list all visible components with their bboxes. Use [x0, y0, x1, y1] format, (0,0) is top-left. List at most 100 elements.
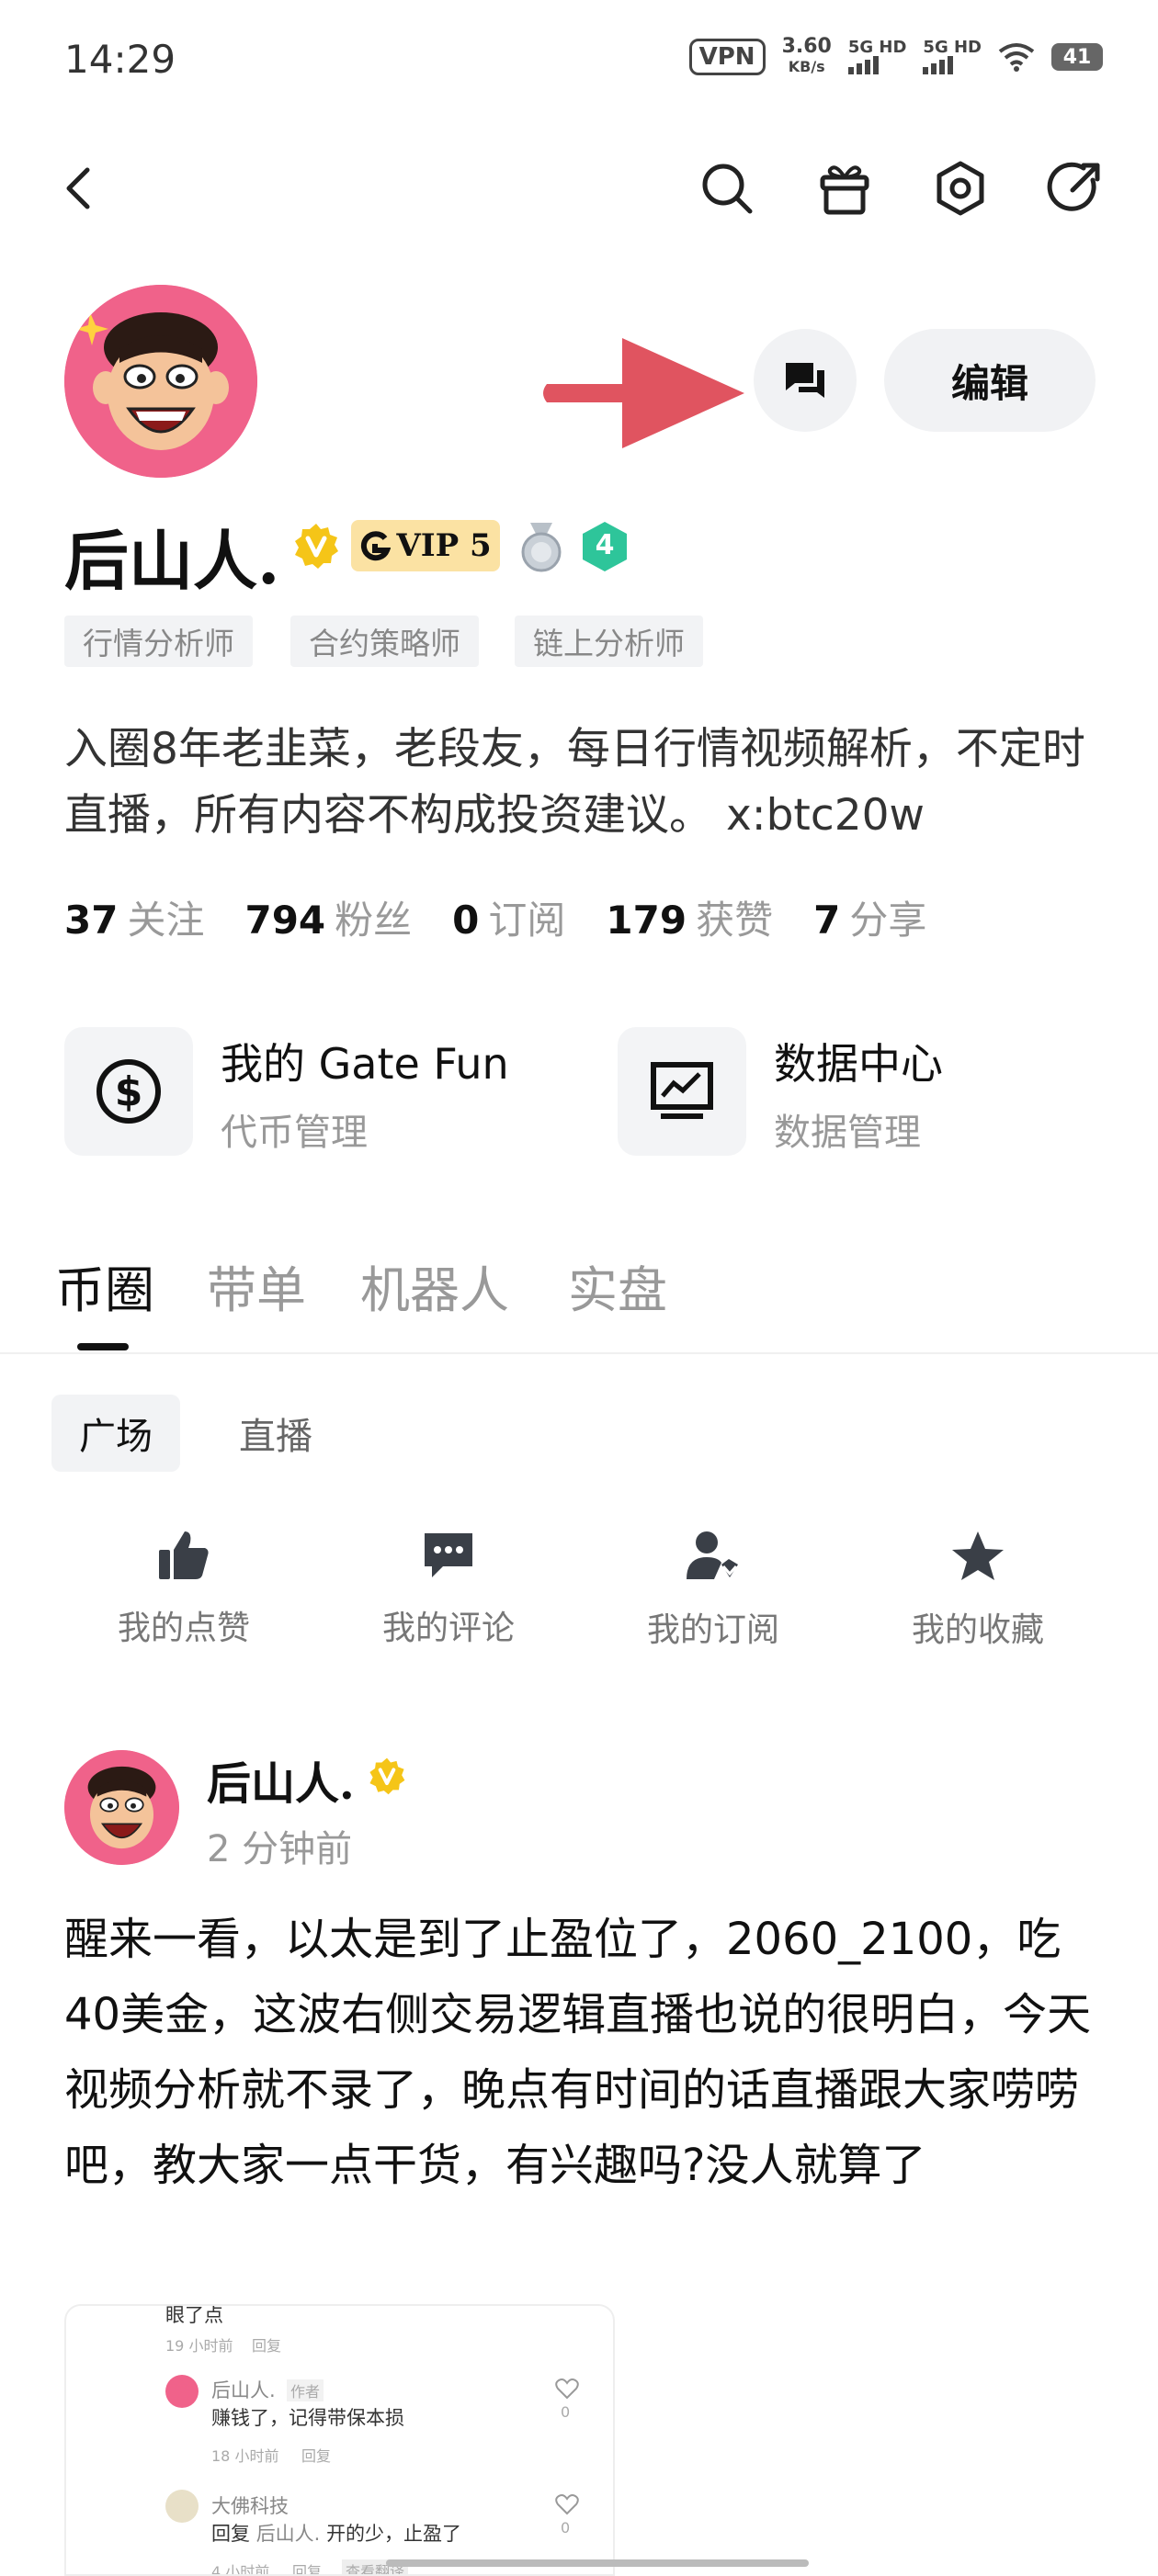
stat-label: 关注 [127, 898, 205, 943]
speed-value: 3.60 [781, 35, 832, 58]
speed-unit: KB/s [788, 58, 825, 75]
sim1-label: 5G HD [847, 38, 907, 57]
author-badge: 作者 [287, 2379, 324, 2401]
reply-prefix: 回复 [211, 2523, 250, 2545]
status-time: 14:29 [64, 37, 176, 82]
stat-value: 179 [606, 898, 687, 943]
search-button[interactable] [695, 156, 759, 220]
verified-badge-icon [295, 524, 338, 569]
data-center-subtitle: 数据管理 [774, 1112, 921, 1154]
subtab-square[interactable]: 广场 [51, 1395, 180, 1472]
star-icon [952, 1531, 1004, 1580]
my-subscriptions-button[interactable]: 我的订阅 [621, 1530, 805, 1651]
signal-sim2: 5G HD [923, 40, 982, 74]
stat-followers[interactable]: 794 粉丝 [244, 889, 412, 945]
comment-time: 4 小时前 [211, 2563, 270, 2576]
image-top-text: 眼了点 [165, 2304, 223, 2326]
gate-fun-subtitle: 代币管理 [221, 1112, 368, 1154]
comment-icon [425, 1533, 472, 1577]
my-favorites-button[interactable]: 我的收藏 [886, 1530, 1070, 1651]
cartoon-face-icon [64, 285, 257, 478]
comment-avatar [165, 2375, 199, 2408]
rank-badge: 4 [579, 520, 630, 573]
post-time: 2 分钟前 [207, 1828, 353, 1870]
my-comments-label: 我的评论 [381, 1610, 515, 1647]
reply-mention: 后山人. [255, 2523, 321, 2545]
share-button[interactable] [1043, 156, 1107, 220]
cartoon-face-icon [64, 1750, 179, 1865]
svg-text:$: $ [115, 1068, 143, 1115]
tag-item: 行情分析师 [64, 616, 253, 667]
stat-likes[interactable]: 179 获赞 [606, 889, 773, 945]
status-icons: VPN 3.60 KB/s 5G HD 5G HD 41 [688, 37, 1103, 77]
stat-shares[interactable]: 7 分享 [813, 889, 926, 945]
home-indicator[interactable] [386, 2559, 809, 2567]
tab-bot[interactable]: 机器人 [360, 1249, 509, 1322]
avatar[interactable] [64, 285, 257, 478]
tag-item: 合约策略师 [290, 616, 479, 667]
stat-value: 794 [244, 898, 326, 943]
settings-icon [937, 161, 984, 216]
gate-fun-title[interactable]: 我的 Gate Fun [221, 1031, 509, 1091]
dollar-icon: $ [96, 1059, 161, 1124]
comment-time: 18 小时前 [211, 2447, 279, 2465]
search-icon [702, 164, 753, 214]
thumb-up-icon [159, 1531, 209, 1579]
signal-sim1: 5G HD [847, 38, 907, 74]
my-subscriptions-label: 我的订阅 [646, 1611, 779, 1649]
wifi-icon [998, 43, 1035, 72]
tab-indicator [77, 1343, 129, 1350]
back-button[interactable] [46, 156, 110, 220]
data-center-title[interactable]: 数据中心 [774, 1031, 943, 1091]
post-image[interactable]: 眼了点 19 小时前 回复 后山人. 作者 赚钱了，记得带保本损 18 小时前 … [64, 2304, 615, 2576]
comment-text-line: 回复 后山人. 开的少，止盈了 [211, 2519, 461, 2547]
comment-text: 赚钱了，记得带保本损 [211, 2407, 404, 2429]
signal-bars-icon [923, 56, 982, 74]
my-comments-button[interactable]: 我的评论 [357, 1530, 540, 1649]
profile-bio: 入圈8年老韭菜，老段友，每日行情视频解析，不定时直播，所有内容不构成投资建议。 … [64, 724, 1085, 841]
stat-value: 7 [813, 898, 841, 943]
gift-icon [820, 165, 869, 215]
post-author-avatar[interactable] [64, 1750, 179, 1865]
comment-like-count: 0 [561, 2519, 571, 2536]
comment-reply: 回复 [292, 2563, 323, 2576]
subscribe-icon [687, 1531, 738, 1579]
vip-badge[interactable]: VIP 5 [351, 520, 500, 571]
subtab-live[interactable]: 直播 [211, 1395, 340, 1472]
signal-bars-icon [847, 56, 907, 74]
heart-icon [555, 2378, 579, 2400]
stat-label: 订阅 [488, 898, 566, 943]
red-arrow-annotation [543, 338, 744, 448]
comment-text: 开的少，止盈了 [326, 2523, 462, 2545]
gift-button[interactable] [812, 156, 877, 220]
vip-logo-icon [361, 531, 392, 561]
tabs-divider [0, 1352, 1158, 1354]
comment-author: 后山人. [211, 2379, 276, 2401]
stat-subscriptions[interactable]: 0 订阅 [452, 889, 565, 945]
back-icon [66, 167, 90, 209]
network-speed: 3.60 KB/s [782, 37, 832, 77]
profile-stats: 37 关注 794 粉丝 0 订阅 179 获赞 7 分享 [64, 889, 926, 945]
stat-value: 37 [64, 898, 119, 943]
gate-fun-tool[interactable]: $ [64, 1027, 193, 1156]
sim2-label: 5G HD [923, 38, 982, 57]
my-likes-button[interactable]: 我的点赞 [92, 1530, 276, 1649]
post-author-name[interactable]: 后山人. [207, 1747, 355, 1812]
silver-medal-icon [521, 523, 562, 572]
stat-label: 获赞 [696, 898, 774, 943]
settings-button[interactable] [928, 156, 993, 220]
tab-live-trading[interactable]: 实盘 [568, 1249, 667, 1322]
heart-icon [555, 2494, 579, 2515]
my-likes-label: 我的点赞 [117, 1610, 250, 1647]
stat-value: 0 [452, 898, 480, 943]
stat-following[interactable]: 37 关注 [64, 889, 204, 945]
data-center-tool[interactable] [618, 1027, 746, 1156]
rank-level: 4 [595, 529, 615, 561]
verified-badge-icon [369, 1757, 405, 1795]
tab-copy-trading[interactable]: 带单 [207, 1249, 306, 1322]
message-button[interactable] [754, 329, 857, 432]
post-body[interactable]: 醒来一看，以太是到了止盈位了，2060_2100，吃40美金，这波右侧交易逻辑直… [64, 1902, 1112, 2203]
edit-profile-button[interactable]: 编辑 [884, 329, 1096, 432]
tab-crypto[interactable]: 币圈 [55, 1249, 154, 1322]
vip-label: VIP 5 [396, 527, 492, 564]
